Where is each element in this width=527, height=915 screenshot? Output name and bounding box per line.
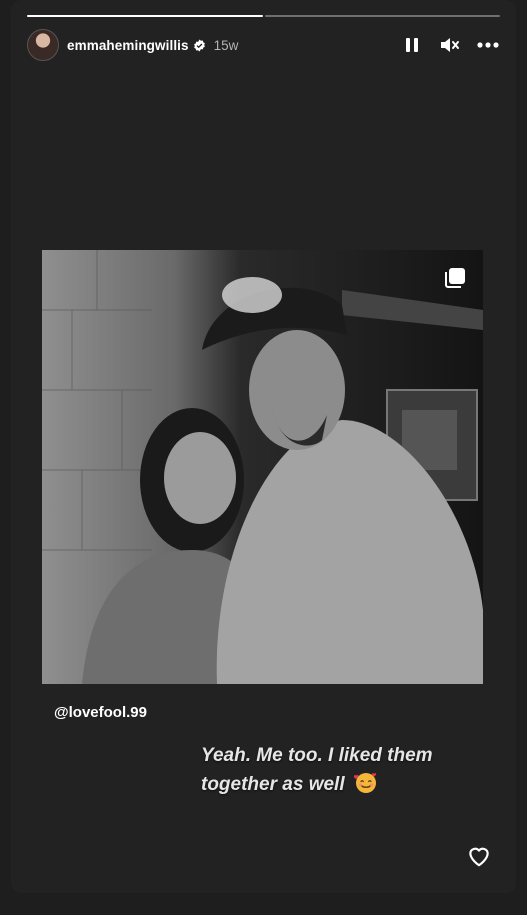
carousel-multiple-icon — [443, 266, 467, 290]
progress-segment-1 — [27, 15, 263, 17]
caption-line-2-text: together as well — [201, 774, 345, 795]
caption-line-2: together as well — [201, 770, 501, 799]
more-options-icon[interactable] — [476, 33, 500, 57]
post-time: 15w — [213, 37, 239, 53]
muted-speaker-icon[interactable] — [438, 33, 462, 57]
mention-tag[interactable]: @lovefool.99 — [54, 704, 147, 721]
story-viewer: emmahemingwillis 15w @lovefool.99 Yeah. … — [11, 0, 516, 893]
story-header: emmahemingwillis 15w — [27, 29, 500, 61]
smiling-face-with-hearts-icon — [353, 771, 378, 795]
heart-outline-icon[interactable] — [466, 843, 492, 869]
caption-line-1: Yeah. Me too. I liked them — [201, 745, 433, 766]
reshared-post-photo[interactable] — [42, 250, 483, 684]
username[interactable]: emmahemingwillis — [67, 38, 189, 53]
avatar[interactable] — [27, 29, 59, 61]
story-controls — [400, 33, 500, 57]
story-caption: Yeah. Me too. I liked them together as w… — [201, 741, 501, 799]
progress-segment-2 — [264, 15, 500, 17]
story-progress-bar — [27, 15, 500, 17]
verified-badge-icon — [193, 39, 206, 52]
pause-icon[interactable] — [400, 33, 424, 57]
